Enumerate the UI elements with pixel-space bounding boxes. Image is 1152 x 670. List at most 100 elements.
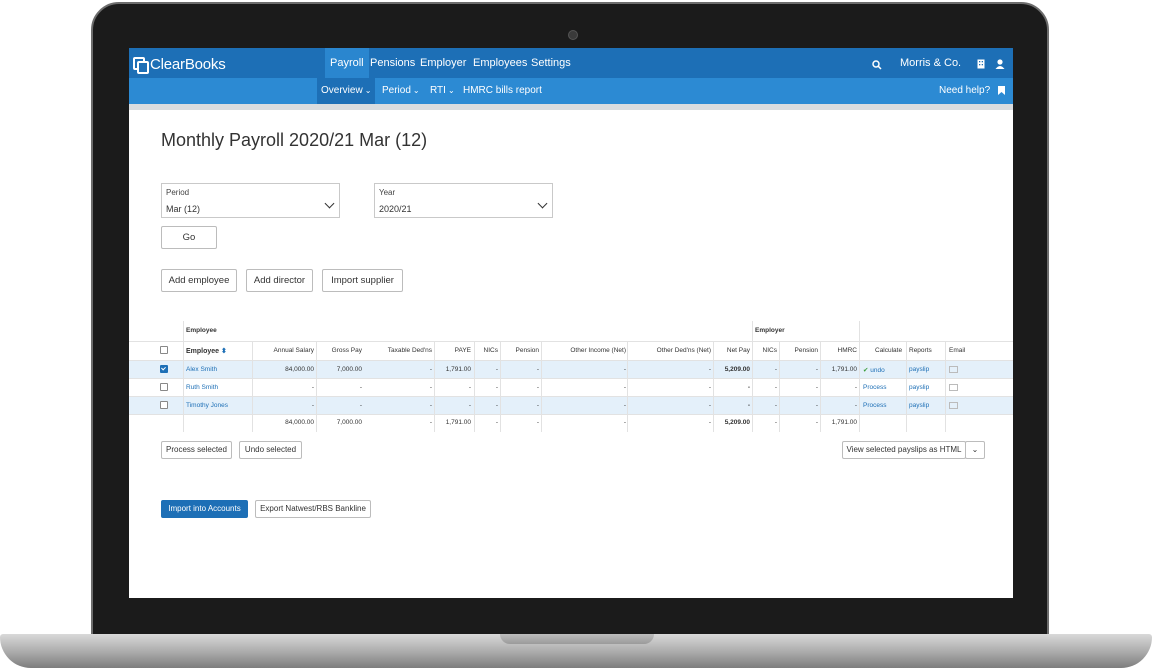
view-payslips-dropdown[interactable]: ⌄ xyxy=(965,441,985,459)
nav-employees[interactable]: Employees xyxy=(468,48,532,78)
table-row[interactable]: Alex Smith 84,000.00 7,000.00 - 1,791.00… xyxy=(129,360,1013,378)
user-icon[interactable] xyxy=(995,59,1005,69)
logo-icon xyxy=(133,57,149,74)
chevron-down-icon xyxy=(537,198,548,209)
building-icon[interactable] xyxy=(977,59,985,69)
divider xyxy=(129,414,1013,415)
email-icon[interactable] xyxy=(949,366,958,373)
add-director-button[interactable]: Add director xyxy=(246,269,313,292)
other-income-cell: - xyxy=(623,402,626,409)
row-checkbox[interactable] xyxy=(160,365,168,373)
divider xyxy=(541,341,542,432)
col-employee-label: Employee xyxy=(186,348,220,355)
chevron-down-icon xyxy=(324,198,335,209)
annual-salary-cell: - xyxy=(311,384,314,391)
subnav-hmrc-bills[interactable]: HMRC bills report xyxy=(459,78,546,104)
row-checkbox[interactable] xyxy=(160,401,168,409)
divider xyxy=(779,341,780,432)
total-other-income: - xyxy=(623,419,626,426)
table-row[interactable]: Timothy Jones - - - - - - - - - - - - Pr… xyxy=(129,396,1013,414)
sub-navigation: Overview ⌄ Period ⌄ RTI ⌄ HMRC bills report… xyxy=(129,78,1013,104)
go-button[interactable]: Go xyxy=(161,226,217,249)
col-net-pay: Net Pay xyxy=(726,347,750,354)
employer-nics-cell: - xyxy=(774,366,777,373)
undo-link[interactable]: ✔ undo xyxy=(863,366,885,374)
divider xyxy=(129,378,1013,379)
paye-cell: - xyxy=(468,402,471,409)
year-value: 2020/21 xyxy=(379,204,412,214)
logo[interactable]: ClearBooks xyxy=(133,55,226,74)
search-icon[interactable] xyxy=(872,60,882,70)
employee-name-link[interactable]: Timothy Jones xyxy=(186,402,228,409)
divider xyxy=(906,341,907,432)
email-icon[interactable] xyxy=(949,384,958,391)
import-into-accounts-button[interactable]: Import into Accounts xyxy=(161,500,248,518)
view-payslips-button[interactable]: View selected payslips as HTML xyxy=(842,441,966,459)
taxable-cell: - xyxy=(429,384,432,391)
select-all-checkbox[interactable] xyxy=(160,346,168,354)
nics-cell: - xyxy=(495,402,498,409)
add-employee-button[interactable]: Add employee xyxy=(161,269,237,292)
payslip-link[interactable]: payslip xyxy=(909,402,929,409)
gross-pay-cell: 7,000.00 xyxy=(336,366,362,373)
chevron-down-icon: ⌄ xyxy=(447,86,455,95)
divider xyxy=(752,341,753,432)
email-icon[interactable] xyxy=(949,402,958,409)
divider xyxy=(945,341,946,432)
undo-selected-button[interactable]: Undo selected xyxy=(239,441,302,459)
help-link[interactable]: Need help? xyxy=(935,78,994,104)
paye-cell: - xyxy=(468,384,471,391)
table-header-row: Employee ⬍ Annual Salary Gross Pay Taxab… xyxy=(129,341,1013,359)
nav-settings[interactable]: Settings xyxy=(526,48,576,78)
nav-employer[interactable]: Employer xyxy=(415,48,471,78)
employee-name-link[interactable]: Ruth Smith xyxy=(186,384,218,391)
divider xyxy=(500,341,501,432)
process-link[interactable]: Process xyxy=(863,384,886,391)
gross-pay-cell: - xyxy=(359,384,362,391)
process-link[interactable]: Process xyxy=(863,402,886,409)
total-employer-pension: - xyxy=(815,419,818,426)
year-select[interactable]: Year 2020/21 xyxy=(374,183,553,218)
col-paye: PAYE xyxy=(454,347,471,354)
subnav-rti[interactable]: RTI ⌄ xyxy=(426,78,459,104)
subnav-period-label: Period xyxy=(382,85,411,96)
other-dedns-cell: - xyxy=(708,384,711,391)
total-annual-salary: 84,000.00 xyxy=(285,419,314,426)
col-annual-salary: Annual Salary xyxy=(273,347,314,354)
subnav-period[interactable]: Period ⌄ xyxy=(378,78,424,104)
annual-salary-cell: 84,000.00 xyxy=(285,366,314,373)
total-employer-nics: - xyxy=(774,419,777,426)
chevron-down-icon: ⌄ xyxy=(412,86,420,95)
employee-name-link[interactable]: Alex Smith xyxy=(186,366,217,373)
year-label: Year xyxy=(379,188,396,197)
payslip-link[interactable]: payslip xyxy=(909,366,929,373)
nics-cell: - xyxy=(495,366,498,373)
camera xyxy=(568,30,578,40)
process-selected-button[interactable]: Process selected xyxy=(161,441,232,459)
nav-payroll[interactable]: Payroll xyxy=(325,48,369,78)
employer-nics-cell: - xyxy=(774,402,777,409)
row-checkbox[interactable] xyxy=(160,383,168,391)
subnav-overview[interactable]: Overview ⌄ xyxy=(317,78,376,104)
employee-group-header: Employee xyxy=(186,327,217,334)
import-supplier-button[interactable]: Import supplier xyxy=(322,269,403,292)
total-net-pay: 5,209.00 xyxy=(724,419,750,426)
pension-cell: - xyxy=(536,366,539,373)
undo-label: undo xyxy=(870,367,885,374)
employer-pension-cell: - xyxy=(815,402,818,409)
table-row[interactable]: Ruth Smith - - - - - - - - - - - - Proce… xyxy=(129,378,1013,396)
nav-pensions[interactable]: Pensions xyxy=(365,48,420,78)
net-pay-cell: - xyxy=(747,384,750,391)
other-income-cell: - xyxy=(623,366,626,373)
company-name[interactable]: Morris & Co. xyxy=(895,48,966,78)
period-select[interactable]: Period Mar (12) xyxy=(161,183,340,218)
export-bankline-button[interactable]: Export Natwest/RBS Bankline xyxy=(255,500,371,518)
total-gross-pay: 7,000.00 xyxy=(336,419,362,426)
taxable-cell: - xyxy=(429,366,432,373)
total-nics: - xyxy=(495,419,498,426)
top-navigation: ClearBooks Payroll Pensions Employer Emp… xyxy=(129,48,1013,78)
payslip-link[interactable]: payslip xyxy=(909,384,929,391)
bookmark-icon[interactable] xyxy=(998,86,1005,95)
brand-name: ClearBooks xyxy=(150,55,226,73)
col-employee[interactable]: Employee ⬍ xyxy=(186,347,227,355)
